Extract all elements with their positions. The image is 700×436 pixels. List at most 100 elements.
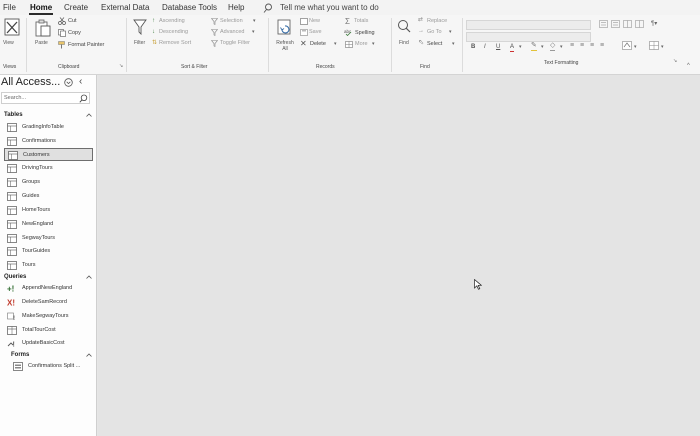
menu-home[interactable]: Home <box>30 3 52 12</box>
nav-item-tours[interactable]: Tours <box>4 259 93 272</box>
align-center-icon[interactable]: ≡ <box>580 42 584 50</box>
more-button[interactable]: More <box>355 41 368 48</box>
alternate-row-color-icon[interactable] <box>622 41 632 50</box>
toggle-filter-icon[interactable] <box>211 40 218 47</box>
cut-button[interactable]: Cut <box>68 18 77 25</box>
menu-database-tools[interactable]: Database Tools <box>162 3 217 12</box>
replace-icon[interactable]: ⇄ <box>418 17 423 24</box>
highlight-icon[interactable]: ✎ <box>531 42 537 51</box>
delete-x-icon[interactable]: ✕ <box>300 39 307 48</box>
nav-options-chevron-icon[interactable] <box>64 78 73 87</box>
totals-sigma-icon[interactable]: Σ <box>345 17 350 26</box>
select-button[interactable]: Select <box>427 41 442 48</box>
copy-button[interactable]: Copy <box>68 30 81 37</box>
background-color-icon[interactable]: ◇ <box>550 42 556 51</box>
delete-chevron-down-icon[interactable]: ▾ <box>334 41 337 47</box>
selection-button[interactable]: Selection <box>220 18 243 25</box>
nav-item-gradinginfotable[interactable]: GradingInfoTable <box>4 121 93 134</box>
nav-item-updatebasiccost[interactable]: ! UpdateBasicCost <box>4 337 93 350</box>
advanced-chevron-down-icon[interactable]: ▾ <box>252 29 255 35</box>
nav-item-confirmations[interactable]: Confirmations <box>4 135 93 148</box>
more-grid-icon[interactable] <box>345 41 353 48</box>
refresh-icon[interactable] <box>277 19 293 36</box>
increase-indent-icon[interactable] <box>635 20 644 28</box>
delete-button[interactable]: Delete <box>310 41 326 48</box>
menu-file[interactable]: File <box>3 3 16 12</box>
paste-icon[interactable] <box>35 19 51 37</box>
nav-search-box[interactable]: Search... <box>1 92 90 104</box>
bullets-icon[interactable] <box>599 20 608 28</box>
select-chevron-down-icon[interactable]: ▾ <box>452 41 455 47</box>
go-to-button[interactable]: Go To <box>427 29 442 36</box>
advanced-filter-icon[interactable] <box>211 29 218 36</box>
font-name-dropdown[interactable] <box>466 20 591 30</box>
format-painter-icon[interactable] <box>58 41 66 49</box>
gridlines-chevron-down-icon[interactable]: ▾ <box>661 44 664 50</box>
select-cursor-icon[interactable]: ⬁ <box>418 39 424 47</box>
text-formatting-launcher-icon[interactable]: ↘ <box>673 58 677 64</box>
nav-item-guides[interactable]: Guides <box>4 190 93 203</box>
find-button[interactable]: Find <box>399 40 409 46</box>
menu-create[interactable]: Create <box>64 3 88 12</box>
nav-item-makesegwaytours[interactable]: ! MakeSegwayTours <box>4 310 93 323</box>
more-chevron-down-icon[interactable]: ▾ <box>372 41 375 47</box>
section-collapse-chevron-icon[interactable] <box>86 113 92 117</box>
nav-item-appendnewengland[interactable]: +! AppendNewEngland <box>4 282 93 295</box>
nav-item-segwaytours[interactable]: SegwayTours <box>4 232 93 245</box>
justify-icon[interactable]: ≡ <box>600 42 604 50</box>
filter-button[interactable]: Filter <box>134 40 145 46</box>
ascending-button[interactable]: Ascending <box>159 18 185 25</box>
view-icon[interactable] <box>4 18 20 36</box>
remove-sort-button[interactable]: Remove Sort <box>159 40 191 47</box>
totals-button[interactable]: Totals <box>354 18 368 25</box>
save-button[interactable]: Save <box>309 29 322 36</box>
scissors-icon[interactable] <box>58 17 66 25</box>
section-header-forms[interactable]: Forms <box>11 352 29 359</box>
selection-filter-icon[interactable] <box>211 18 218 25</box>
font-color-button[interactable]: A <box>510 43 515 52</box>
format-painter-button[interactable]: Format Painter <box>68 42 104 49</box>
filter-funnel-icon[interactable] <box>133 19 147 35</box>
replace-button[interactable]: Replace <box>427 18 447 25</box>
toggle-filter-button[interactable]: Toggle Filter <box>220 40 250 47</box>
section-collapse-chevron-icon[interactable] <box>86 275 92 279</box>
view-button[interactable]: View <box>3 40 14 46</box>
nav-item-customers[interactable]: Customers <box>4 148 93 161</box>
nav-item-hometours[interactable]: HomeTours <box>4 204 93 217</box>
numbering-icon[interactable] <box>611 20 620 28</box>
nav-item-groups[interactable]: Groups <box>4 176 93 189</box>
nav-item-newengland[interactable]: NewEngland <box>4 218 93 231</box>
advanced-button[interactable]: Advanced <box>220 29 244 36</box>
search-icon[interactable] <box>79 94 88 103</box>
nav-item-drivingtours[interactable]: DrivingTours <box>4 162 93 175</box>
document-work-area[interactable] <box>98 75 700 436</box>
bold-button[interactable]: B <box>471 43 475 51</box>
nav-item-deletesamrecord[interactable]: X! DeleteSamRecord <box>4 296 93 309</box>
font-size-dropdown[interactable] <box>466 32 591 42</box>
selection-chevron-down-icon[interactable]: ▾ <box>253 18 256 24</box>
go-to-arrow-icon[interactable]: → <box>418 28 424 35</box>
highlight-chevron-down-icon[interactable]: ▾ <box>541 44 544 50</box>
copy-icon[interactable] <box>58 29 66 37</box>
nav-item-tourguides[interactable]: TourGuides <box>4 245 93 258</box>
font-color-chevron-down-icon[interactable]: ▾ <box>519 44 522 50</box>
align-right-icon[interactable]: ≡ <box>590 42 594 50</box>
section-collapse-chevron-icon[interactable] <box>86 353 92 357</box>
new-button[interactable]: New <box>309 18 320 25</box>
spelling-icon[interactable]: abc <box>344 28 352 36</box>
align-left-icon[interactable]: ≡ <box>570 42 574 50</box>
section-header-tables[interactable]: Tables <box>4 112 23 119</box>
nav-pane-title[interactable]: All Access... <box>1 76 60 89</box>
decrease-indent-icon[interactable] <box>623 20 632 28</box>
paste-button[interactable]: Paste <box>35 40 48 46</box>
section-header-queries[interactable]: Queries <box>4 274 26 281</box>
refresh-all-button[interactable]: Refresh All <box>275 40 295 52</box>
nav-search-input[interactable]: Search... <box>4 95 26 101</box>
spelling-button[interactable]: Spelling <box>355 30 375 37</box>
italic-button[interactable]: I <box>484 43 486 51</box>
sort-ascending-icon[interactable]: ↑ <box>152 18 155 25</box>
menu-help[interactable]: Help <box>228 3 244 12</box>
clipboard-launcher-icon[interactable]: ↘ <box>119 63 123 69</box>
sort-descending-icon[interactable]: ↓ <box>152 29 155 36</box>
tell-me-input[interactable]: Tell me what you want to do <box>280 3 379 12</box>
